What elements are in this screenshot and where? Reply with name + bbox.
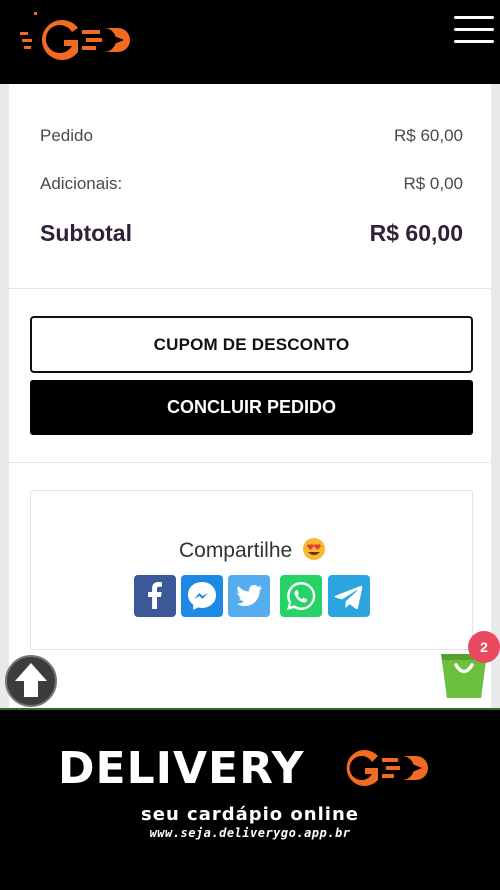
coupon-button[interactable]: CUPOM DE DESCONTO: [30, 316, 473, 373]
telegram-share-button[interactable]: [328, 575, 370, 617]
order-value: R$ 60,00: [394, 126, 463, 145]
share-box: Compartilhe: [30, 490, 473, 650]
divider: [9, 288, 491, 289]
facebook-share-button[interactable]: [134, 575, 176, 617]
footer-banner: DELIVERY seu cardápio online www.seja.de…: [0, 708, 500, 890]
right-background-strip: [491, 84, 500, 708]
extras-value: R$ 0,00: [403, 174, 463, 193]
whatsapp-share-button[interactable]: [280, 575, 322, 617]
subtotal-label: Subtotal: [40, 220, 132, 246]
telegram-icon: [328, 575, 370, 617]
twitter-icon: [228, 575, 270, 617]
footer-brand-logo: DELIVERY: [58, 742, 448, 794]
go-logo-icon: [346, 750, 428, 786]
arrow-up-icon: [15, 663, 47, 697]
subtotal-value: R$ 60,00: [369, 220, 463, 246]
scroll-to-top-button[interactable]: [5, 655, 57, 707]
order-label: Pedido: [40, 126, 93, 145]
top-bar: [0, 0, 500, 84]
messenger-icon: [181, 575, 223, 617]
left-background-strip: [0, 84, 9, 708]
cart-count-badge: 2: [468, 631, 500, 663]
finish-order-button[interactable]: CONCLUIR PEDIDO: [30, 380, 473, 435]
extras-label: Adicionais:: [40, 174, 123, 193]
heart-eyes-emoji-icon: [302, 537, 326, 561]
menu-hamburger-icon[interactable]: [454, 14, 494, 46]
footer-brand-word: DELIVERY: [58, 743, 305, 794]
whatsapp-icon: [280, 575, 322, 617]
footer-tagline: seu cardápio online: [141, 804, 359, 825]
footer-url[interactable]: www.seja.deliverygo.app.br: [0, 826, 500, 840]
facebook-icon: [134, 575, 176, 617]
order-summary-panel: Pedido R$ 60,00 Adicionais: R$ 0,00 Subt…: [9, 84, 491, 708]
twitter-share-button[interactable]: [228, 575, 270, 617]
deliverygo-logo[interactable]: [20, 10, 135, 66]
share-title-row: Compartilhe: [31, 537, 474, 563]
divider: [9, 462, 491, 463]
share-title: Compartilhe: [178, 539, 293, 562]
messenger-share-button[interactable]: [181, 575, 223, 617]
